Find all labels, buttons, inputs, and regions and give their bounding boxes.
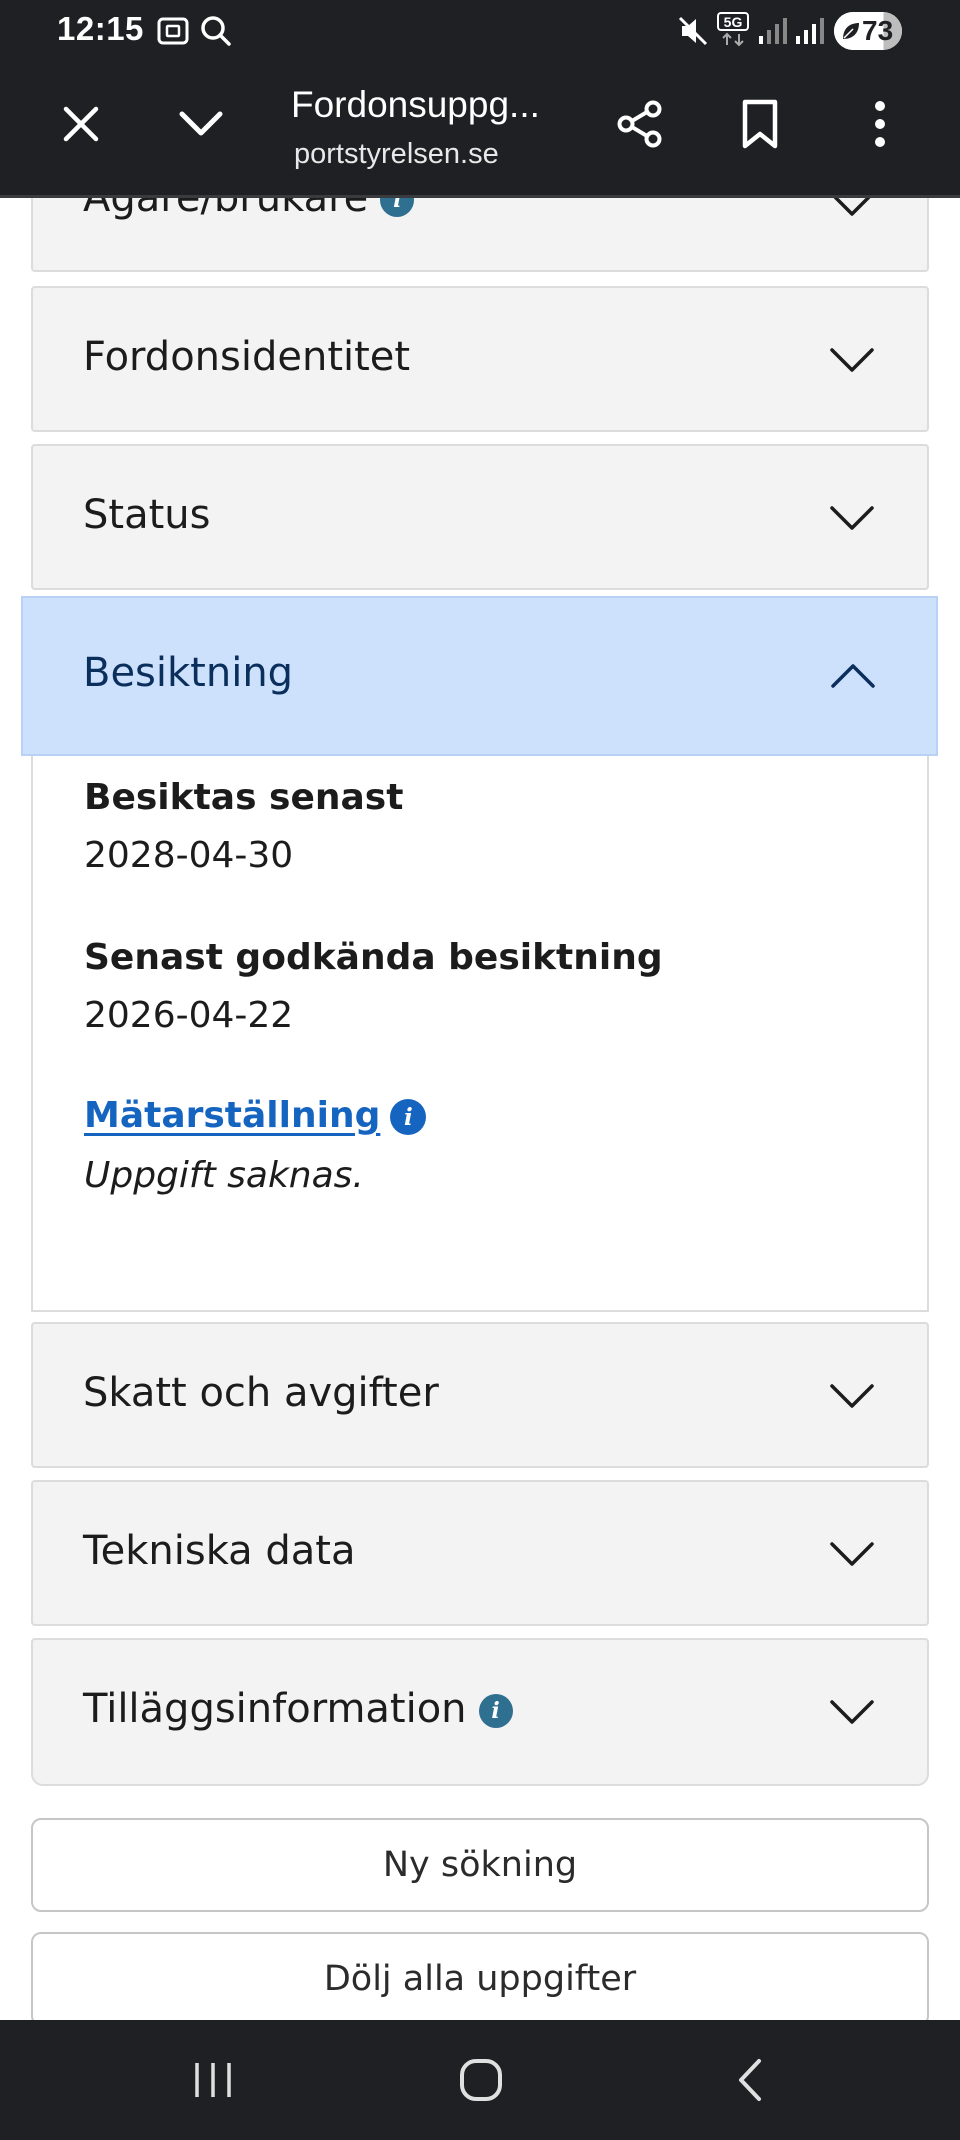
bookmark-button[interactable]: [728, 92, 792, 156]
accordion-title: Status: [83, 492, 211, 538]
home-icon: [460, 2059, 502, 2101]
status-time: 12:15: [57, 10, 144, 47]
chevron-down-icon: [833, 198, 871, 216]
accordion-title: Skatt och avgifter: [83, 1370, 439, 1416]
back-button[interactable]: [710, 2045, 790, 2115]
accordion-title: Tekniska data: [83, 1528, 356, 1574]
signal-icon: [757, 14, 789, 50]
accordion-status[interactable]: Status: [31, 444, 929, 590]
matarstallning-link[interactable]: Mätarställning i: [84, 1095, 427, 1136]
matarstallning-value: Uppgift saknas.: [84, 1155, 364, 1196]
info-icon[interactable]: i: [380, 198, 415, 217]
power-saving-icon: [841, 21, 861, 45]
minimize-button[interactable]: [169, 92, 233, 156]
close-tab-button[interactable]: [49, 92, 113, 156]
more-vert-icon: [875, 101, 885, 147]
share-icon: [617, 100, 662, 148]
signal-icon-2: [794, 14, 826, 50]
network-label: 5G: [724, 14, 743, 30]
field-value-besiktas-senast: 2028-04-30: [84, 835, 294, 876]
page-content: Ägare/brukare i Fordonsidentitet Status B…: [0, 198, 960, 2020]
accordion-title: Besiktning: [83, 650, 294, 696]
accordion-title: Tilläggsinformation i: [83, 1686, 513, 1732]
more-options-button[interactable]: [848, 92, 912, 156]
field-value-senast-godkanda: 2026-04-22: [84, 995, 294, 1036]
battery-indicator: 73: [834, 12, 902, 50]
hide-all-button[interactable]: Dölj alla uppgifter: [31, 1932, 929, 2020]
chevron-down-icon: [830, 1542, 874, 1566]
chevron-up-icon: [831, 664, 875, 688]
mute-icon: [676, 14, 710, 52]
close-icon: [63, 106, 99, 142]
back-icon: [739, 2059, 761, 2101]
battery-level: 73: [862, 15, 894, 46]
bookmark-icon: [742, 99, 778, 149]
chevron-down-icon: [830, 1700, 874, 1724]
chevron-down-icon: [830, 1384, 874, 1408]
network-5g-icon: 5G: [717, 12, 753, 52]
recent-apps-icon: [195, 2063, 231, 2097]
accordion-agare-brukare[interactable]: Ägare/brukare i: [31, 198, 929, 272]
accordion-tekniska-data[interactable]: Tekniska data: [31, 1480, 929, 1626]
accordion-title: Ägare/brukare i: [83, 198, 415, 221]
accordion-besiktning[interactable]: Besiktning: [21, 596, 938, 756]
info-icon[interactable]: i: [390, 1099, 427, 1135]
screenshot-icon: [156, 14, 190, 52]
accordion-skatt-och-avgifter[interactable]: Skatt och avgifter: [31, 1322, 929, 1468]
share-button[interactable]: [608, 92, 672, 156]
chevron-down-icon: [179, 111, 223, 136]
page-title: Fordonsuppg...: [291, 84, 540, 125]
home-button[interactable]: [441, 2045, 521, 2115]
page-url[interactable]: portstyrelsen.se: [294, 138, 534, 171]
accordion-title: Fordonsidentitet: [83, 334, 411, 380]
search-icon: [199, 14, 233, 52]
field-label-besiktas-senast: Besiktas senast: [84, 777, 404, 818]
new-search-button[interactable]: Ny sökning: [31, 1818, 929, 1912]
chevron-down-icon: [830, 506, 874, 530]
field-label-senast-godkanda: Senast godkända besiktning: [84, 937, 663, 978]
recent-apps-button[interactable]: [173, 2045, 253, 2115]
status-bar: 12:15 5G 73: [0, 0, 960, 62]
chevron-down-icon: [830, 348, 874, 372]
accordion-fordonsidentitet[interactable]: Fordonsidentitet: [31, 286, 929, 432]
accordion-tillaggsinformation[interactable]: Tilläggsinformation i: [31, 1638, 929, 1786]
system-nav-bar: [0, 2020, 960, 2140]
info-icon[interactable]: i: [478, 1694, 513, 1728]
browser-toolbar: Fordonsuppg... portstyrelsen.se: [0, 62, 960, 198]
